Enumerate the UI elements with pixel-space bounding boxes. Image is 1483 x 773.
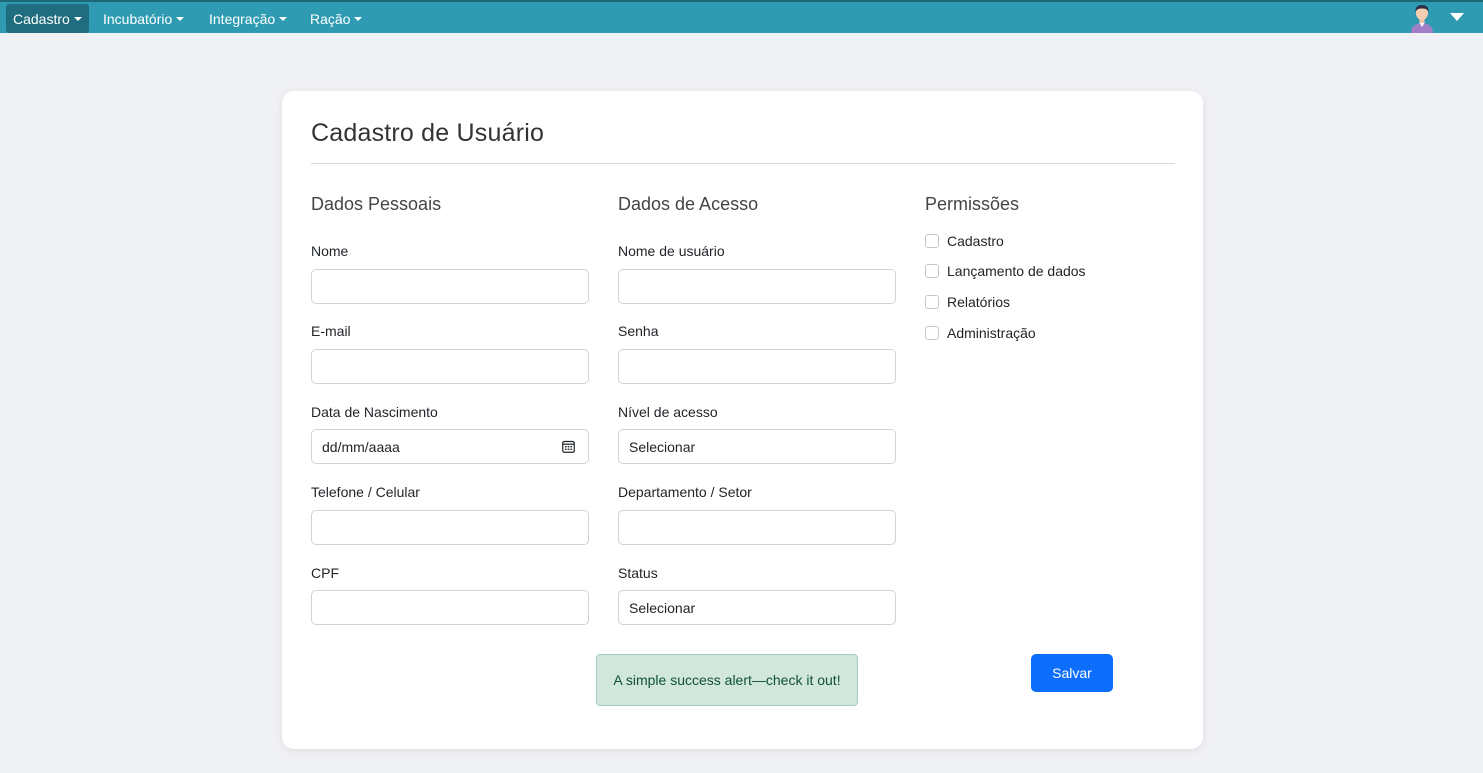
access-level-selected-value: Selecionar [629,438,696,455]
cpf-label: CPF [311,565,339,581]
status-selected-value: Selecionar [629,599,696,616]
section-heading-permissions: Permissões [925,194,1020,214]
save-button[interactable]: Salvar [1031,654,1113,692]
status-select[interactable]: Selecionar [618,590,896,625]
page-title: Cadastro de Usuário [311,119,545,147]
access-level-select[interactable]: Selecionar [618,429,896,464]
password-label: Senha [618,323,659,339]
email-input[interactable] [311,349,589,384]
birth-date-label: Data de Nascimento [311,404,438,420]
password-input[interactable] [618,349,896,384]
top-navbar: Cadastro Incubatório Integração Ração [0,0,1483,33]
caret-down-icon [354,16,363,21]
caret-down-icon [176,16,185,21]
name-label: Nome [311,243,349,259]
birth-date-placeholder: dd/mm/aaaa [322,438,400,455]
status-label: Status [618,565,658,581]
success-alert: A simple success alert—check it out! [596,654,858,706]
checkbox[interactable] [925,326,939,340]
department-input[interactable] [618,510,896,545]
success-alert-text: A simple success alert—check it out! [613,672,841,688]
phone-input[interactable] [311,510,589,545]
permission-label: Lançamento de dados [947,263,1086,279]
permission-label: Cadastro [947,233,1004,249]
access-level-label: Nível de acesso [618,404,718,420]
checkbox[interactable] [925,234,939,248]
permission-checkbox-relatorios[interactable]: Relatórios [925,294,1010,310]
nav-item-label: Ração [310,10,351,27]
username-label: Nome de usuário [618,243,725,259]
user-avatar-icon[interactable] [1408,3,1436,33]
department-label: Departamento / Setor [618,484,752,500]
permission-label: Administração [947,325,1036,341]
permission-checkbox-lancamento[interactable]: Lançamento de dados [925,263,1086,279]
caret-down-icon [73,16,82,21]
username-input[interactable] [618,269,896,304]
nav-item-racao[interactable]: Ração [303,4,369,33]
nav-item-label: Cadastro [13,10,70,27]
caret-down-icon[interactable] [1450,13,1464,21]
name-input[interactable] [311,269,589,304]
calendar-icon[interactable] [562,440,575,453]
cpf-input[interactable] [311,590,589,625]
nav-item-label: Incubatório [103,10,173,27]
section-heading-access: Dados de Acesso [618,194,759,214]
user-registration-card: Cadastro de Usuário Dados Pessoais Nome … [282,91,1203,749]
nav-item-label: Integração [209,10,276,27]
nav-item-integracao[interactable]: Integração [202,4,294,33]
nav-item-cadastro[interactable]: Cadastro [6,4,89,33]
permission-label: Relatórios [947,294,1011,310]
caret-down-icon [279,16,288,21]
nav-item-incubatorio[interactable]: Incubatório [96,4,191,33]
checkbox[interactable] [925,264,939,278]
title-divider [311,163,1175,164]
checkbox[interactable] [925,295,939,309]
birth-date-input[interactable]: dd/mm/aaaa [311,429,589,464]
permission-checkbox-cadastro[interactable]: Cadastro [925,233,1004,249]
permission-checkbox-administracao[interactable]: Administração [925,325,1036,341]
section-heading-personal: Dados Pessoais [311,194,442,214]
email-label: E-mail [311,323,351,339]
phone-label: Telefone / Celular [311,484,420,500]
